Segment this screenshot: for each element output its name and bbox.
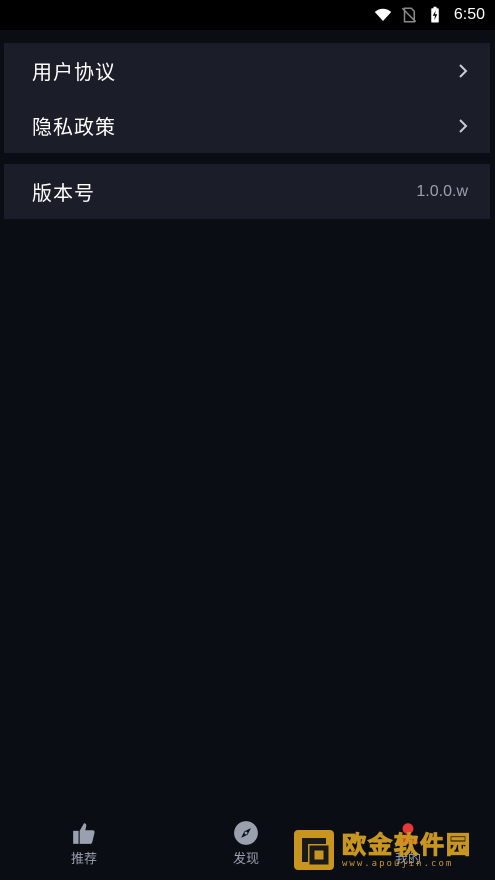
user-agreement-label: 用户协议 xyxy=(32,60,116,84)
status-bar: 6:50 xyxy=(0,0,495,30)
version-value: 1.0.0.w xyxy=(416,182,468,200)
chevron-right-icon xyxy=(459,118,468,133)
compass-icon xyxy=(234,821,258,845)
watermark-text: 欧金软件园 xyxy=(342,831,472,860)
tab-discover-label: 发现 xyxy=(232,852,259,867)
battery-charging-icon xyxy=(431,6,439,23)
tab-discover[interactable]: 发现 xyxy=(201,820,291,867)
privacy-policy-row[interactable]: 隐私政策 xyxy=(4,98,490,153)
tab-recommend-label: 推荐 xyxy=(70,852,97,867)
version-label: 版本号 xyxy=(32,181,95,205)
settings-group-legal: 用户协议 隐私政策 xyxy=(4,43,490,153)
wifi-icon xyxy=(374,8,392,21)
bottom-tab-bar: 推荐 发现 我的 欧金软件园 www.apoujin.com xyxy=(0,812,495,880)
user-agreement-row[interactable]: 用户协议 xyxy=(4,43,490,98)
status-time: 6:50 xyxy=(453,6,485,23)
tab-recommend[interactable]: 推荐 xyxy=(39,820,129,867)
watermark-url: www.apoujin.com xyxy=(342,859,454,869)
settings-group-version: 版本号 1.0.0.w xyxy=(4,164,490,219)
watermark: 欧金软件园 www.apoujin.com xyxy=(292,826,487,874)
chevron-right-icon xyxy=(459,63,468,78)
watermark-logo-icon xyxy=(294,830,334,870)
privacy-policy-label: 隐私政策 xyxy=(32,115,116,139)
thumbs-up-icon xyxy=(73,823,95,844)
no-sim-icon xyxy=(401,7,417,23)
version-row: 版本号 1.0.0.w xyxy=(4,164,490,219)
